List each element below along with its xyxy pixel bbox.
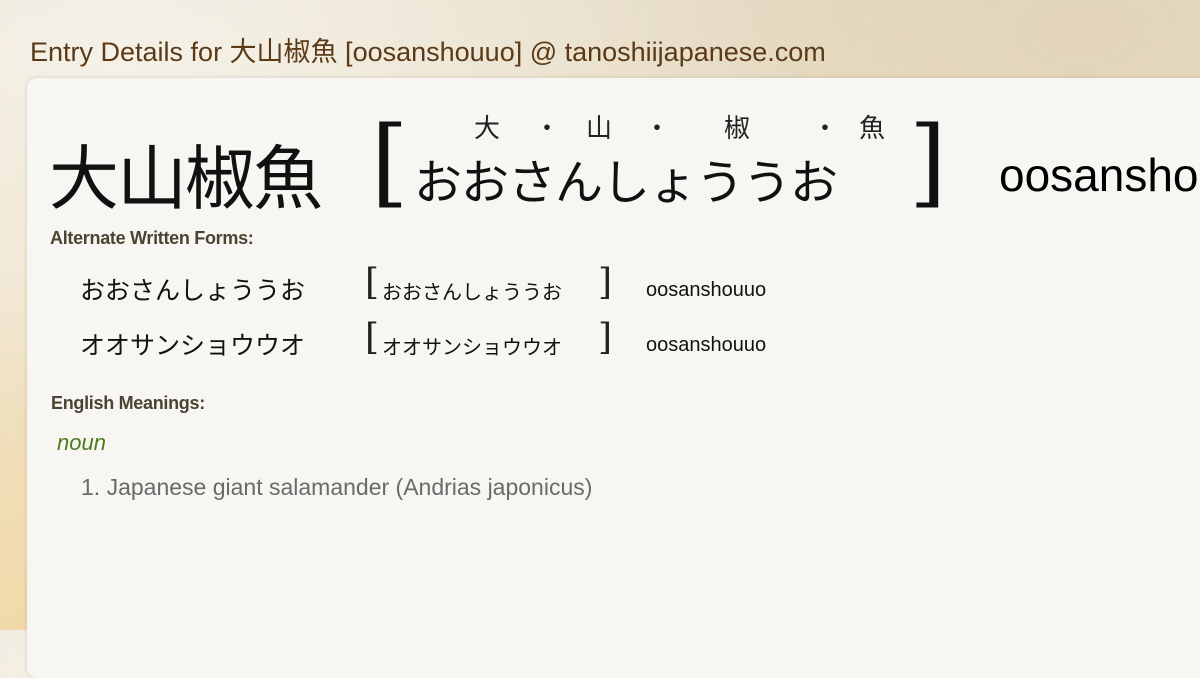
furigana-char: 大 [474, 114, 501, 144]
alternate-form-reading: オオサンショウウオ [382, 335, 562, 359]
alternate-form-bracket-open: [ [365, 262, 380, 303]
english-meanings-label: English Meanings: [51, 393, 205, 413]
reading-bracket-open: [ [371, 106, 409, 218]
alternate-form-reading: おおさんしょううお [382, 280, 562, 304]
alternate-form-bracket-close: ] [598, 317, 613, 358]
alternate-form-romaji: oosanshouuo [646, 279, 767, 301]
entry-card: 大山椒魚 [ 大 ・ 山 ・ 椒 ・ 魚 おおさんしょううお ] oosansh… [27, 78, 1200, 678]
headword-kanji: 大山椒魚 [49, 138, 323, 220]
furigana-char: 山 [586, 114, 613, 144]
furigana-dot: ・ [644, 114, 671, 144]
page-title: Entry Details for 大山椒魚 [oosanshouuo] @ t… [30, 37, 826, 67]
alternate-form-bracket-open: [ [365, 317, 380, 358]
headword-romaji: oosanshouuo [999, 149, 1200, 201]
reading-bracket-close: ] [909, 106, 947, 218]
furigana-dot: ・ [812, 114, 839, 144]
furigana-char: 椒 [724, 114, 751, 144]
alternate-form-written: おおさんしょううお [80, 276, 306, 305]
alternate-form-romaji: oosanshouuo [646, 334, 767, 356]
meaning-item: 1. Japanese giant salamander (Andrias ja… [81, 474, 593, 500]
furigana-char: 魚 [859, 114, 886, 144]
headword-reading: おおさんしょううお [414, 155, 838, 211]
part-of-speech: noun [57, 430, 106, 455]
furigana-dot: ・ [534, 114, 561, 144]
alternate-forms-label: Alternate Written Forms: [50, 228, 254, 248]
alternate-form-bracket-close: ] [598, 262, 613, 303]
alternate-form-written: オオサンショウウオ [80, 331, 306, 360]
